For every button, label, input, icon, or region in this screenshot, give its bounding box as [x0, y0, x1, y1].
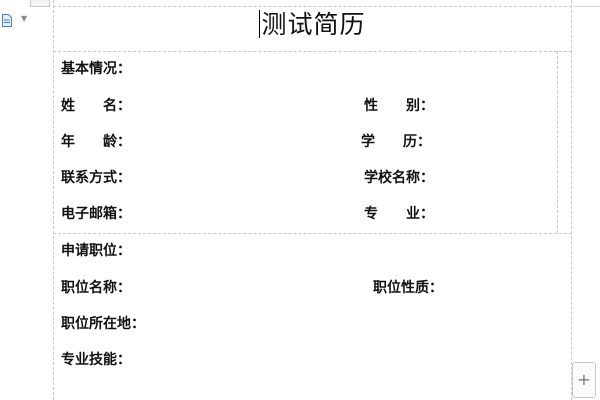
gender-label: 性 别： — [364, 98, 434, 114]
resume-title-cell[interactable]: 测试简历 — [53, 6, 572, 50]
document-icon[interactable] — [2, 14, 12, 27]
location-label: 职位所在地： — [61, 316, 145, 332]
table-right-border — [571, 0, 572, 400]
left-gutter: ▼ — [0, 0, 52, 400]
top-right-bar — [574, 0, 600, 7]
name-label: 姓 名： — [61, 98, 131, 114]
position-name-label: 职位名称： — [61, 280, 131, 296]
chevron-down-icon[interactable]: ▼ — [21, 15, 27, 23]
skills-label: 专业技能： — [61, 352, 131, 368]
table-left-border — [53, 0, 54, 400]
add-row-button[interactable]: + — [572, 362, 596, 398]
major-label: 专 业： — [364, 206, 434, 222]
email-label: 电子邮箱： — [61, 206, 131, 222]
education-label: 学 历： — [361, 134, 431, 150]
table-divider — [53, 233, 572, 234]
school-label: 学校名称： — [364, 170, 434, 186]
document-page[interactable] — [53, 0, 572, 400]
application-heading: 申请职位： — [61, 243, 131, 259]
gutter-tab[interactable] — [30, 0, 50, 7]
resume-title: 测试简历 — [261, 10, 366, 39]
age-label: 年 龄： — [61, 134, 131, 150]
table-inner-border — [557, 51, 558, 233]
basic-info-heading: 基本情况： — [61, 61, 131, 77]
plus-icon: + — [577, 370, 591, 389]
position-type-label: 职位性质： — [373, 280, 443, 296]
contact-label: 联系方式： — [61, 170, 131, 186]
table-divider — [53, 51, 572, 52]
